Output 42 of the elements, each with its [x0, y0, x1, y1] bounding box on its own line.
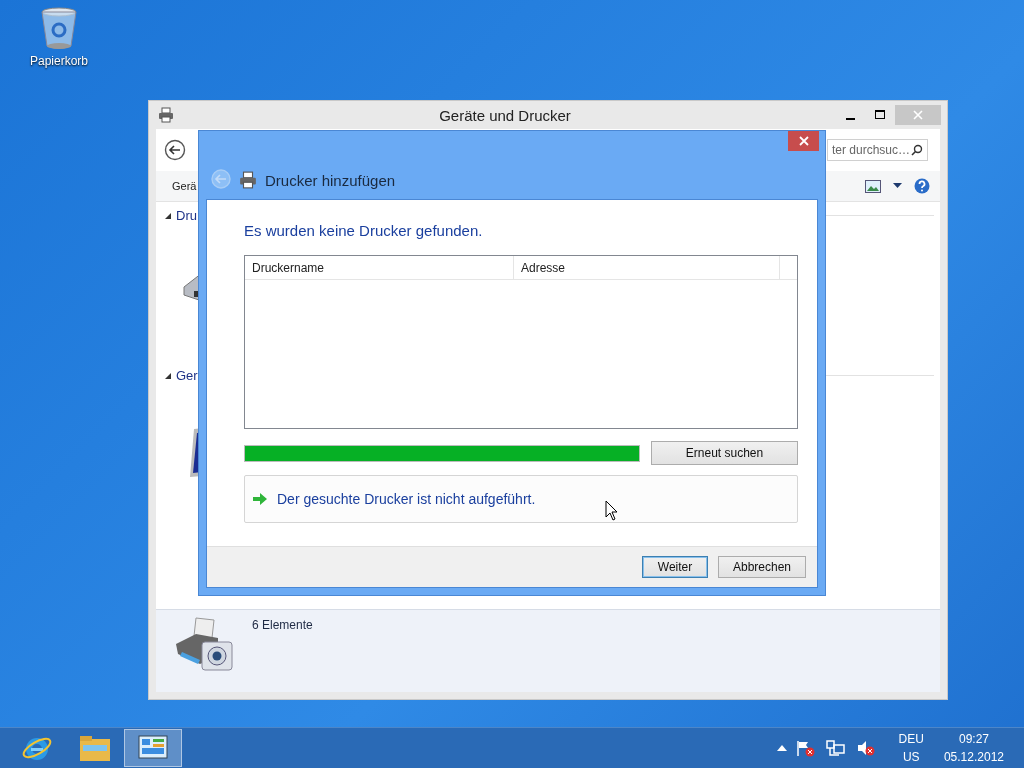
status-heading: Es wurden keine Drucker gefunden.	[244, 222, 484, 239]
flag-error-icon[interactable]	[794, 739, 817, 757]
caret-up-icon[interactable]	[776, 745, 787, 751]
command-link[interactable]: Der gesuchte Drucker ist nicht aufgeführt.	[244, 475, 798, 523]
back-icon[interactable]	[164, 139, 186, 161]
group-title: Dru	[176, 208, 197, 223]
search-again-button[interactable]: Erneut suchen	[651, 441, 798, 465]
minimize-icon	[845, 117, 855, 120]
link-text[interactable]: Der gesuchte Drucker ist nicht aufgeführt.	[277, 491, 536, 507]
network-icon[interactable]	[824, 739, 847, 757]
clock[interactable]: 09:27 05.12.2012	[943, 732, 1004, 764]
window-printer-icon	[157, 107, 175, 123]
maximize-icon	[875, 110, 885, 120]
mouse-pointer-icon	[605, 500, 618, 521]
dialog-title: Drucker hinzufügen	[265, 172, 396, 189]
dialog-button[interactable]: Abbrechen	[718, 556, 806, 578]
search-field[interactable]: ter durchsuc…	[827, 139, 928, 161]
folder-icon	[78, 733, 112, 763]
item-count: 6 Elemente	[252, 618, 313, 632]
close-icon	[798, 136, 809, 146]
column-header[interactable]: Adresse	[514, 256, 780, 279]
help-icon[interactable]	[914, 178, 930, 194]
image-icon[interactable]	[865, 179, 881, 193]
search-icon	[911, 144, 923, 156]
printer-list[interactable]: Druckername Adresse	[244, 255, 798, 429]
recycle-bin-icon[interactable]	[40, 6, 78, 50]
dialog-button[interactable]: Weiter	[642, 556, 708, 578]
window-title: Geräte und Drucker	[438, 106, 572, 124]
taskbar-button[interactable]	[124, 729, 182, 767]
printer-icon	[239, 171, 257, 189]
group-title: Ger	[176, 368, 198, 383]
caret-icon[interactable]	[893, 183, 902, 189]
expander-icon[interactable]	[164, 371, 172, 380]
close-icon	[913, 110, 923, 120]
arrow-icon	[253, 493, 267, 505]
toolbar-item[interactable]: Gerä	[172, 180, 197, 192]
expander-icon[interactable]	[164, 211, 172, 220]
language-indicator[interactable]: DEU US	[898, 732, 924, 764]
close-button[interactable]	[788, 131, 819, 151]
column-header[interactable]: Druckername	[245, 256, 514, 279]
control-panel-icon	[137, 734, 169, 762]
desktop-icon-label: Papierkorb	[30, 54, 89, 68]
